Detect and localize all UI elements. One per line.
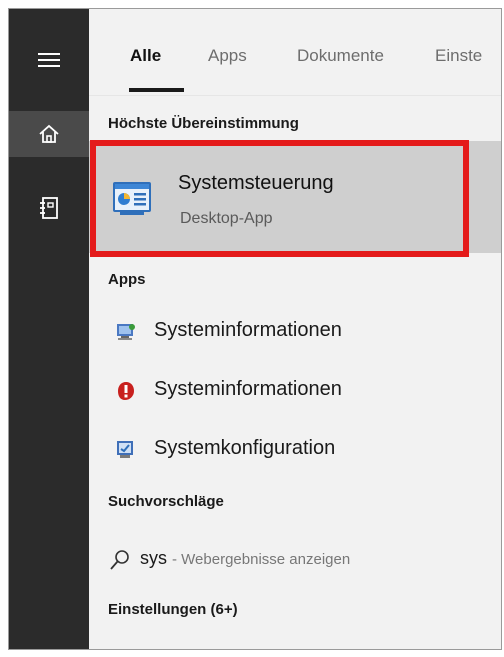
- app-result-item[interactable]: Systeminformationen: [89, 364, 501, 418]
- app-result-label: Systeminformationen: [154, 319, 342, 341]
- filter-tabs: Alle Apps Dokumente Einste: [89, 9, 501, 96]
- suggestion-hint-text: Webergebnisse anzeigen: [181, 551, 351, 568]
- best-match-heading: Höchste Übereinstimmung: [108, 115, 299, 132]
- tab-einstellungen[interactable]: Einste: [435, 46, 482, 66]
- notebook-icon: [40, 197, 58, 219]
- suggestion-separator: -: [172, 551, 182, 568]
- search-window: Alle Apps Dokumente Einste Höchste Übere…: [8, 8, 502, 650]
- best-match-subtitle: Desktop-App: [180, 210, 273, 227]
- search-icon: [110, 550, 129, 570]
- search-results-panel: Alle Apps Dokumente Einste Höchste Übere…: [89, 9, 501, 649]
- home-button[interactable]: [9, 111, 89, 157]
- system-information-icon: [117, 324, 135, 340]
- app-result-item[interactable]: Systemkonfiguration: [89, 423, 501, 477]
- notebook-button[interactable]: [9, 185, 89, 231]
- home-icon: [39, 124, 59, 143]
- tab-alle[interactable]: Alle: [130, 46, 161, 66]
- active-tab-indicator: [129, 88, 184, 92]
- best-match-title: Systemsteuerung: [178, 172, 334, 194]
- web-suggestion-item[interactable]: sys - Webergebnisse anzeigen: [89, 534, 501, 584]
- tab-dokumente[interactable]: Dokumente: [297, 46, 384, 66]
- nav-rail: [9, 9, 89, 649]
- settings-heading[interactable]: Einstellungen (6+): [108, 601, 238, 618]
- suggestion-hint: - Webergebnisse anzeigen: [172, 551, 350, 568]
- app-result-label: Systemkonfiguration: [154, 437, 336, 459]
- app-result-label: Systeminformationen: [154, 378, 342, 400]
- suggestions-heading: Suchvorschläge: [108, 493, 224, 510]
- suggestion-term: sys: [140, 548, 167, 568]
- menu-button[interactable]: [9, 37, 89, 83]
- system-configuration-icon: [117, 441, 133, 458]
- system-information-red-icon: [118, 382, 134, 400]
- tab-apps[interactable]: Apps: [208, 46, 247, 66]
- app-result-item[interactable]: Systeminformationen: [89, 305, 501, 359]
- hamburger-menu-icon: [38, 53, 60, 67]
- apps-heading: Apps: [108, 271, 146, 288]
- control-panel-icon: [113, 182, 151, 215]
